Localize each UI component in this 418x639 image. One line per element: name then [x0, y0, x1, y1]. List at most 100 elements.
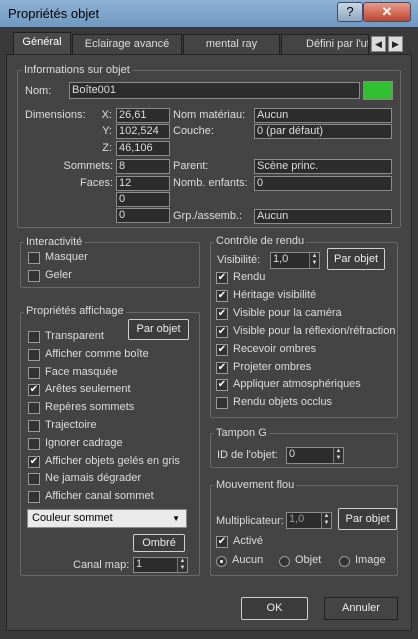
tab-scroll-right-icon[interactable]: ▶ [388, 36, 403, 52]
render-option-checkbox[interactable]: ✔ [216, 343, 228, 356]
display-option-label: Afficher comme boîte [45, 347, 149, 360]
tab-advanced-lighting[interactable]: Eclairage avancé [72, 34, 182, 54]
render-option-checkbox[interactable] [216, 397, 228, 410]
render-option-label: Rendu [233, 271, 266, 283]
display-option-label: Ne jamais dégrader [45, 472, 141, 485]
render-by-object-button[interactable]: Par objet [327, 248, 385, 270]
map-channel-spinner[interactable]: ▲ ▼ [177, 558, 187, 572]
close-button[interactable]: ✕ [363, 2, 411, 22]
object-id-value: 0 [289, 448, 296, 460]
multiplier-label: Multiplicateur: [216, 515, 284, 527]
display-option-checkbox[interactable] [28, 348, 40, 361]
display-option-checkbox[interactable] [28, 331, 40, 343]
motion-blur-type-label: Objet [295, 554, 322, 566]
help-button[interactable]: ? [337, 2, 363, 22]
render-option-checkbox[interactable]: ✔ [216, 325, 228, 338]
display-option-checkbox[interactable]: ✔ [28, 455, 40, 468]
interactivity-option-checkbox[interactable] [28, 252, 40, 264]
render-option-checkbox[interactable]: ✔ [216, 272, 228, 284]
display-option-checkbox[interactable] [28, 366, 40, 379]
render-option-checkbox[interactable]: ✔ [216, 307, 228, 320]
map-channel-label: Canal map: [73, 559, 130, 571]
interactivity-group [20, 242, 200, 288]
motion-blur-active-checkbox[interactable]: ✔ [216, 536, 228, 548]
motion-blur-type-label: Aucun [232, 554, 264, 566]
children-label: Nomb. enfants: [173, 177, 248, 189]
visibility-field[interactable]: 1,0 ▲ ▼ [270, 252, 320, 269]
motion-blur-by-object-button[interactable]: Par objet [338, 508, 397, 530]
display-option-checkbox[interactable]: ✔ [28, 384, 40, 397]
multiplier-field[interactable]: 1,0 ▲ ▼ [286, 512, 332, 529]
vertex-channel-dropdown[interactable]: Couleur sommet ▼ [27, 509, 187, 528]
display-option-checkbox[interactable] [28, 491, 40, 504]
motion-blur-type-radio[interactable] [216, 556, 227, 567]
display-option-checkbox[interactable] [28, 420, 40, 432]
render-option-label: Héritage visibilité [233, 288, 317, 301]
display-option-label: Repères sommets [45, 401, 135, 414]
render-option-label: Visible pour la réflexion/réfraction [233, 324, 396, 337]
chevron-down-icon: ▼ [172, 514, 180, 523]
display-option-label: Trajectoire [45, 419, 97, 431]
render-option-label: Appliquer atmosphériques [233, 378, 361, 391]
render-option-label: Recevoir ombres [233, 342, 317, 355]
display-by-object-button[interactable]: Par objet [128, 319, 189, 340]
visibility-label: Visibilité: [217, 254, 261, 266]
dim-z-label: Z: [102, 142, 112, 154]
object-id-spinner[interactable]: ▲ ▼ [333, 448, 343, 463]
shaded-button[interactable]: Ombré [133, 534, 185, 552]
parent-label: Parent: [173, 160, 209, 172]
group-value: Aucun [254, 209, 392, 224]
tab-general[interactable]: Général [13, 32, 71, 55]
display-option-label: Ignorer cadrage [45, 436, 123, 449]
title-bar[interactable]: Propriétés objet ? ✕ [0, 0, 418, 28]
display-option-checkbox[interactable] [28, 437, 40, 450]
visibility-spinner[interactable]: ▲ ▼ [309, 253, 319, 268]
layer-label: Couche: [173, 125, 214, 137]
display-option-label: Transparent [45, 330, 104, 342]
vertex-channel-selected: Couleur sommet [32, 512, 113, 524]
motion-blur-type-radio[interactable] [279, 556, 290, 567]
interactivity-option-checkbox[interactable] [28, 270, 40, 282]
multiplier-spinner[interactable]: ▲ ▼ [321, 513, 331, 528]
render-option-checkbox[interactable]: ✔ [216, 289, 228, 302]
vertices-label: Sommets: [63, 160, 113, 172]
dim-z-value: 46,106 [116, 141, 170, 156]
render-option-label: Projeter ombres [233, 360, 312, 373]
object-id-label: ID de l'objet: [217, 449, 278, 461]
dim-y-value: 102,524 [116, 124, 170, 139]
extra-count-2: 0 [116, 208, 170, 223]
layer-value: 0 (par défaut) [254, 124, 392, 139]
tab-user-defined[interactable]: Défini par l'ut [281, 34, 369, 54]
parent-value: Scène princ. [254, 159, 392, 174]
motion-blur-active-label: Activé [233, 535, 263, 547]
interactivity-legend: Interactivité [24, 236, 85, 248]
render-option-checkbox[interactable]: ✔ [216, 379, 228, 392]
object-id-field[interactable]: 0 ▲ ▼ [286, 447, 344, 464]
render-control-legend: Contrôle de rendu [214, 235, 307, 247]
display-option-checkbox[interactable] [28, 402, 40, 415]
tab-scroll-left-icon[interactable]: ◀ [371, 36, 386, 52]
object-color-swatch[interactable] [363, 81, 393, 100]
faces-label: Faces: [79, 177, 113, 189]
map-channel-field[interactable]: 1 ▲ ▼ [133, 557, 188, 573]
display-option-label: Afficher objets gelés en gris [45, 454, 180, 467]
render-option-label: Rendu objets occlus [233, 396, 333, 409]
render-option-label: Visible pour la caméra [233, 306, 342, 319]
map-channel-value: 1 [136, 558, 143, 570]
name-label: Nom: [25, 85, 52, 97]
group-label: Grp./assemb.: [173, 210, 243, 222]
display-option-checkbox[interactable] [28, 473, 40, 486]
object-name-field[interactable]: Boîte001 [69, 82, 360, 99]
dim-x-label: X: [101, 109, 112, 121]
motion-blur-type-radio[interactable] [339, 556, 350, 567]
visibility-value: 1,0 [273, 253, 289, 265]
display-option-label: Afficher canal sommet [45, 490, 154, 503]
display-props-legend: Propriétés affichage [24, 305, 126, 317]
ok-button[interactable]: OK [241, 597, 308, 620]
display-option-label: Face masquée [45, 365, 118, 378]
interactivity-option-label: Geler [45, 269, 72, 281]
cancel-button[interactable]: Annuler [324, 597, 398, 620]
object-info-legend: Informations sur objet [22, 64, 132, 76]
tab-mental-ray[interactable]: mental ray [183, 34, 280, 54]
render-option-checkbox[interactable]: ✔ [216, 361, 228, 374]
